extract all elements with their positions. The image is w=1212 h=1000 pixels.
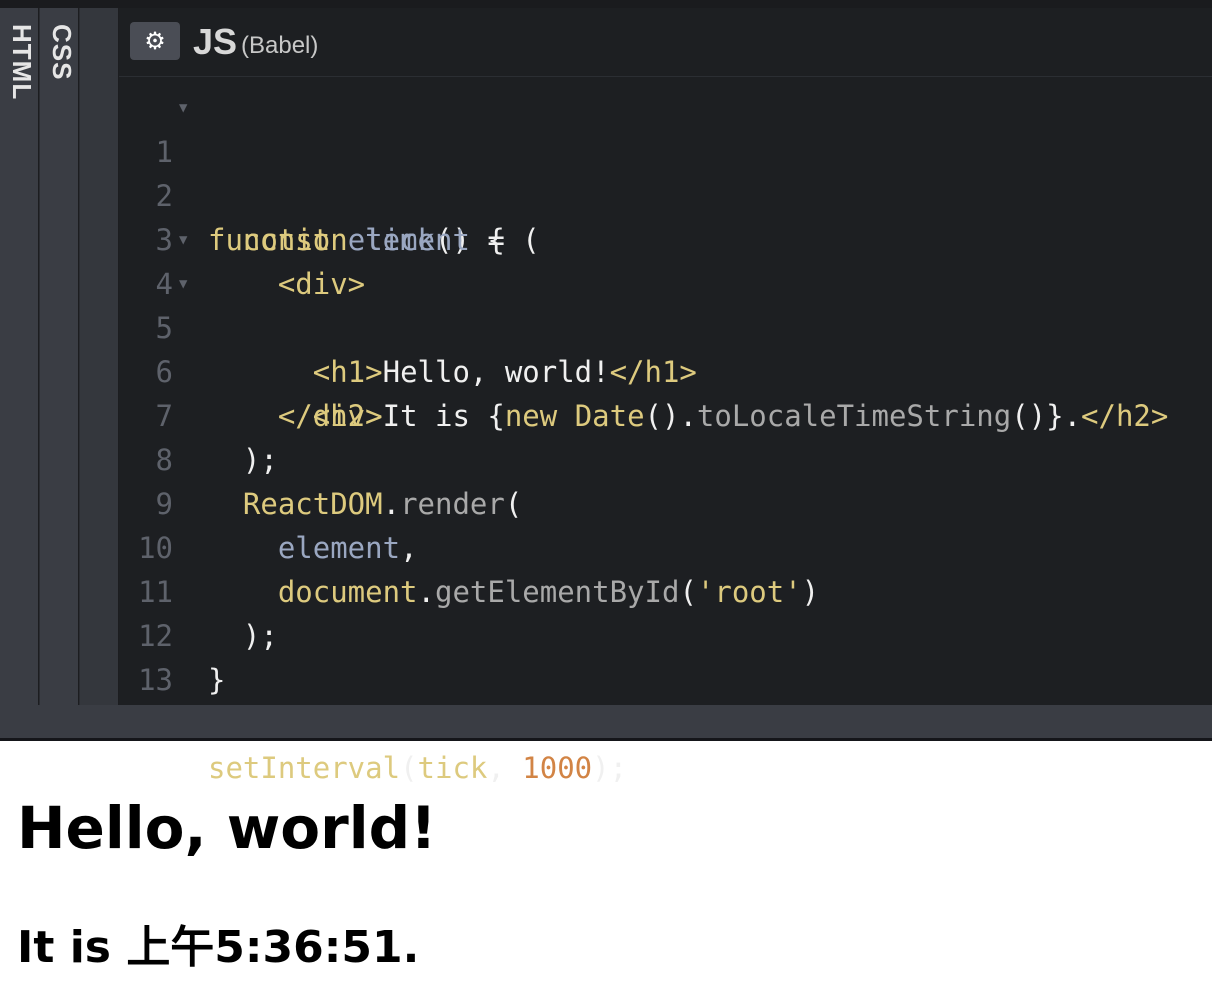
result-heading: Hello, world! xyxy=(17,794,437,862)
bottom-border xyxy=(0,738,1212,741)
js-pane-header: ⚙ JS (Babel) xyxy=(119,8,1212,77)
code-line: 3 <div> xyxy=(119,174,1212,301)
punctuation: , xyxy=(487,751,523,785)
punctuation: ); xyxy=(592,751,628,785)
tab-css-label: CSS xyxy=(47,24,77,81)
top-border xyxy=(0,0,1212,8)
tab-css[interactable]: CSS xyxy=(40,8,79,705)
editor-shell: HTML CSS ⚙ JS (Babel) 1 ▼ function tick(… xyxy=(0,0,1212,785)
code-line: 11 ); xyxy=(119,526,1212,653)
fold-arrow-icon[interactable]: ▼ xyxy=(179,86,187,130)
code-line: 9 element, xyxy=(119,438,1212,565)
js-pane-subtitle: (Babel) xyxy=(241,32,319,59)
resize-handle-bar[interactable] xyxy=(0,705,1212,738)
tab-html[interactable]: HTML xyxy=(0,8,39,705)
js-editor-pane[interactable]: ⚙ JS (Babel) 1 ▼ function tick() { 2 con… xyxy=(119,8,1212,785)
code-line: 14 setInterval(tick, 1000); xyxy=(119,658,1212,785)
collapsed-pane[interactable] xyxy=(80,8,119,705)
gear-icon: ⚙ xyxy=(144,27,166,55)
code-line: 13 xyxy=(119,614,1212,697)
fold-arrow-icon[interactable]: ▼ xyxy=(179,218,187,262)
code-line: 12 } xyxy=(119,570,1212,697)
tab-html-label: HTML xyxy=(7,24,37,101)
identifier: tick xyxy=(417,751,488,785)
code-line: 7 ); xyxy=(119,350,1212,477)
code-line: 8 ReactDOM.render( xyxy=(119,394,1212,521)
result-time-line: It is 上午5:36:51. xyxy=(17,922,420,973)
code-text: setInterval(tick, 1000); xyxy=(208,746,627,790)
punctuation: ( xyxy=(400,751,418,785)
code-line: 5 ▼ <h2>It is {new Date().toLocaleTimeSt… xyxy=(119,262,1212,433)
code-line: 1 ▼ function tick() { xyxy=(119,86,1212,257)
code-line: 6 </div> xyxy=(119,306,1212,433)
settings-button[interactable]: ⚙ xyxy=(130,22,180,60)
fold-arrow-icon[interactable]: ▼ xyxy=(179,262,187,306)
function-call: setInterval xyxy=(208,751,401,785)
code-line: 2 const element = ( xyxy=(119,130,1212,257)
code-editor[interactable]: 1 ▼ function tick() { 2 const element = … xyxy=(119,86,1212,785)
code-line: 10 document.getElementById('root') xyxy=(119,482,1212,609)
js-pane-title: JS xyxy=(193,21,238,62)
code-line: 4 ▼ <h1>Hello, world!</h1> xyxy=(119,218,1212,389)
number-literal: 1000 xyxy=(522,751,593,785)
